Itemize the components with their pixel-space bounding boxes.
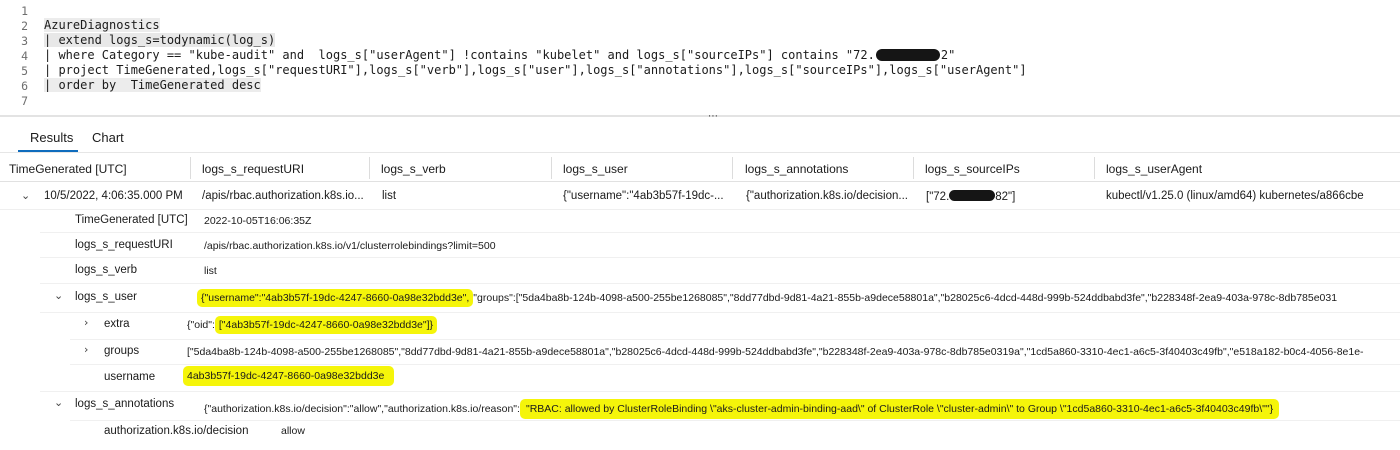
- tab-chart[interactable]: Chart: [92, 130, 124, 145]
- cell-time: 10/5/2022, 4:06:35.000 PM: [44, 190, 183, 202]
- divider: [70, 364, 1400, 365]
- code-line[interactable]: | project TimeGenerated,logs_s["requestU…: [44, 63, 1027, 78]
- column-header-sourceips[interactable]: logs_s_sourceIPs: [925, 162, 1020, 176]
- chevron-right-icon[interactable]: ›: [84, 343, 88, 356]
- column-resizer[interactable]: [1094, 157, 1095, 179]
- detail-label-groups: groups: [104, 345, 140, 357]
- pane-splitter[interactable]: [0, 115, 1400, 117]
- chevron-down-icon[interactable]: ⌄: [21, 189, 30, 202]
- cell-text: ["72.: [926, 191, 950, 203]
- chevron-down-icon[interactable]: ⌄: [54, 396, 63, 409]
- line-number: 6: [21, 79, 28, 93]
- column-header-user[interactable]: logs_s_user: [563, 162, 628, 176]
- detail-value-extra: {"oid": ["4ab3b57f-19dc-4247-8660-0a98e32…: [187, 316, 438, 334]
- detail-value-verb: list: [204, 265, 217, 277]
- line-number: 2: [21, 19, 28, 33]
- redaction-mark: [949, 190, 996, 201]
- detail-text: "groups":["5da4ba8b-124b-4098-a500-255be…: [473, 292, 1338, 304]
- column-header-annotations[interactable]: logs_s_annotations: [745, 162, 848, 176]
- line-number: 1: [21, 4, 28, 18]
- detail-value-username: 4ab3b57f-19dc-4247-8660-0a98e32bdd3e: [183, 366, 395, 386]
- highlight: "RBAC: allowed by ClusterRoleBinding \"a…: [519, 399, 1280, 419]
- divider: [40, 391, 1400, 392]
- column-header-useragent[interactable]: logs_s_userAgent: [1106, 162, 1202, 176]
- chevron-right-icon[interactable]: ›: [84, 316, 88, 329]
- column-resizer[interactable]: [732, 157, 733, 179]
- detail-label-time: TimeGenerated [UTC]: [75, 214, 188, 226]
- detail-value-requesturi: /apis/rbac.authorization.k8s.io/v1/clust…: [204, 240, 496, 252]
- detail-value-decision: allow: [281, 425, 305, 437]
- cell-annotations: {"authorization.k8s.io/decision...: [746, 190, 908, 202]
- divider: [0, 181, 1400, 182]
- column-resizer[interactable]: [913, 157, 914, 179]
- detail-label-username: username: [104, 371, 156, 383]
- column-resizer[interactable]: [369, 157, 370, 179]
- divider: [40, 312, 1400, 313]
- redaction-mark: [875, 49, 940, 61]
- detail-value-annotations: {"authorization.k8s.io/decision":"allow"…: [204, 399, 1280, 419]
- divider: [40, 257, 1400, 258]
- tab-results[interactable]: Results: [30, 130, 73, 145]
- detail-label-user: logs_s_user: [75, 291, 138, 303]
- detail-label-requesturi: logs_s_requestURI: [75, 239, 173, 251]
- highlight: 4ab3b57f-19dc-4247-8660-0a98e32bdd3e: [183, 366, 395, 386]
- cell-verb: list: [382, 190, 397, 202]
- detail-label-extra: extra: [104, 318, 130, 330]
- column-header-requesturi[interactable]: logs_s_requestURI: [202, 162, 304, 176]
- code-text: | order by TimeGenerated desc: [44, 78, 261, 92]
- divider: [0, 152, 1400, 153]
- divider: [0, 209, 1400, 210]
- detail-label-verb: logs_s_verb: [75, 264, 138, 276]
- cell-source-ips: ["72. 82"]: [926, 190, 1015, 203]
- detail-text: {"oid":: [187, 319, 215, 331]
- chevron-down-icon[interactable]: ⌄: [54, 289, 63, 302]
- detail-value-groups: ["5da4ba8b-124b-4098-a500-255be1268085",…: [187, 346, 1364, 358]
- code-text: AzureDiagnostics: [44, 18, 160, 32]
- divider: [40, 232, 1400, 233]
- line-number: 4: [21, 49, 28, 63]
- column-resizer[interactable]: [190, 157, 191, 179]
- detail-value-user: {"username":"4ab3b57f-19dc-4247-8660-0a9…: [197, 289, 1338, 307]
- code-text: | project TimeGenerated,logs_s["requestU…: [44, 63, 1027, 77]
- query-editor[interactable]: 1 2 3 4 5 6 7 AzureDiagnostics | extend …: [0, 0, 1400, 115]
- highlight: {"username":"4ab3b57f-19dc-4247-8660-0a9…: [197, 289, 474, 307]
- column-header-timegenerated[interactable]: TimeGenerated [UTC]: [9, 162, 127, 176]
- detail-text: {"authorization.k8s.io/decision":"allow"…: [204, 403, 520, 415]
- line-number: 5: [21, 64, 28, 78]
- code-line[interactable]: | where Category == "kube-audit" and log…: [44, 48, 955, 63]
- divider: [40, 283, 1400, 284]
- cell-request-uri: /apis/rbac.authorization.k8s.io...: [202, 190, 364, 202]
- divider: [70, 420, 1400, 421]
- code-line[interactable]: AzureDiagnostics: [44, 18, 160, 33]
- code-text: | extend logs_s=todynamic(log_s): [44, 33, 276, 47]
- cell-text: 82"]: [995, 191, 1016, 203]
- code-line[interactable]: | extend logs_s=todynamic(log_s): [44, 33, 276, 48]
- detail-label-decision: authorization.k8s.io/decision: [104, 425, 249, 437]
- cell-user: {"username":"4ab3b57f-19dc-...: [563, 190, 724, 202]
- detail-label-annotations: logs_s_annotations: [75, 398, 175, 410]
- line-number: 3: [21, 34, 28, 48]
- column-header-verb[interactable]: logs_s_verb: [381, 162, 446, 176]
- code-text: 2": [940, 48, 956, 62]
- highlight: ["4ab3b57f-19dc-4247-8660-0a98e32bdd3e"]…: [214, 316, 438, 334]
- cell-user-agent: kubectl/v1.25.0 (linux/amd64) kubernetes…: [1106, 190, 1364, 202]
- splitter-grip-icon[interactable]: ⋯: [708, 111, 719, 122]
- divider: [70, 339, 1400, 340]
- line-number: 7: [21, 94, 28, 108]
- code-text: | where Category == "kube-audit" and log…: [44, 48, 875, 62]
- detail-value-time: 2022-10-05T16:06:35Z: [204, 215, 312, 227]
- column-resizer[interactable]: [551, 157, 552, 179]
- code-line[interactable]: | order by TimeGenerated desc: [44, 78, 261, 93]
